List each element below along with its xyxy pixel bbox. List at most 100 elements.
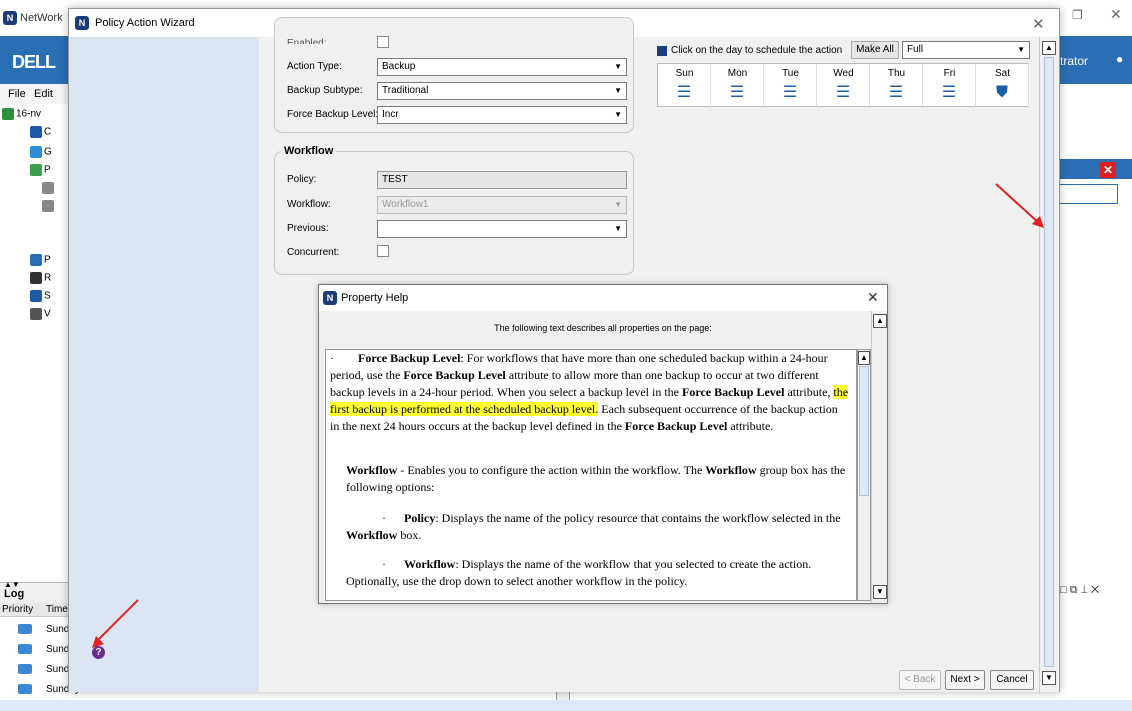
- message-icon: [18, 664, 32, 674]
- panel-close-icon[interactable]: ✕: [1100, 162, 1116, 178]
- tree-node-icon: [30, 290, 42, 302]
- schedule-day-sat[interactable]: Sat ⛊: [976, 64, 1029, 108]
- menu-file[interactable]: File: [8, 88, 26, 100]
- tree-node-icon: [42, 182, 54, 194]
- make-all-button[interactable]: Make All: [851, 41, 899, 59]
- policy-label: Policy:: [287, 174, 317, 185]
- schedule-day-sun[interactable]: Sun ☰: [658, 64, 711, 108]
- right-panel: □ ⧉ ⊥ ✕: [1055, 104, 1132, 596]
- log-cell-time: Sund: [46, 624, 70, 635]
- incremental-icon: ☰: [835, 84, 851, 101]
- scroll-up-icon[interactable]: ▲: [1042, 41, 1056, 55]
- help-outer-scrollbar[interactable]: ▲ ▼: [871, 311, 887, 603]
- help-text-scroll-thumb[interactable]: [859, 366, 869, 496]
- action-type-select[interactable]: Backup ▼: [377, 58, 627, 76]
- tree-node-icon: [30, 254, 42, 266]
- wizard-close-icon[interactable]: ✕: [1032, 15, 1045, 33]
- full-backup-shield-icon: ⛊: [995, 84, 1008, 101]
- help-scroll-down-icon[interactable]: ▼: [873, 585, 887, 599]
- workflow-select[interactable]: Workflow1 ▼: [377, 196, 627, 214]
- tree-node-icon: [30, 308, 42, 320]
- help-paragraph-workflow: Workflow - Enables you to configure the …: [346, 463, 846, 494]
- user-icon[interactable]: ●: [1116, 52, 1123, 66]
- workflow-group: Workflow Policy: TEST Workflow: Workflow…: [274, 145, 634, 275]
- schedule-instruction: Click on the day to schedule the action: [671, 45, 843, 56]
- tree-item-label: R: [44, 272, 52, 284]
- tree-item[interactable]: S: [30, 290, 51, 306]
- tree-item[interactable]: 16-nv: [2, 108, 41, 124]
- wizard-scroll-thumb[interactable]: [1044, 57, 1054, 667]
- tree-item[interactable]: G: [30, 146, 52, 162]
- log-col-priority[interactable]: Priority: [2, 604, 33, 615]
- tree-item[interactable]: V: [30, 308, 51, 324]
- schedule-day-wed[interactable]: Wed ☰: [817, 64, 870, 108]
- previous-select[interactable]: ▼: [377, 220, 627, 238]
- schedule-day-mon[interactable]: Mon ☰: [711, 64, 764, 108]
- force-backup-level-select[interactable]: Incr ▼: [377, 106, 627, 124]
- back-button[interactable]: < Back: [899, 670, 941, 690]
- schedule-day-thu[interactable]: Thu ☰: [870, 64, 923, 108]
- tree-item[interactable]: C: [30, 126, 51, 142]
- menu-edit[interactable]: Edit: [34, 88, 53, 100]
- schedule-day-tue[interactable]: Tue ☰: [764, 64, 817, 108]
- message-icon: [18, 644, 32, 654]
- help-text-area[interactable]: · Force Backup Level: For workflows that…: [325, 349, 857, 601]
- concurrent-checkbox[interactable]: [377, 245, 389, 257]
- maximize-icon[interactable]: ❐: [1072, 8, 1083, 22]
- incremental-icon: ☰: [941, 84, 957, 101]
- day-label: Mon: [727, 68, 748, 79]
- day-label: Sun: [675, 68, 694, 79]
- tree-item[interactable]: [42, 200, 56, 216]
- tree-node-icon: [2, 108, 14, 120]
- enabled-checkbox[interactable]: [377, 36, 389, 48]
- log-col-time[interactable]: Time: [46, 604, 68, 615]
- cancel-button[interactable]: Cancel: [990, 670, 1034, 690]
- schedule-day-fri[interactable]: Fri ☰: [923, 64, 976, 108]
- incremental-icon: ☰: [676, 84, 692, 101]
- next-button[interactable]: Next >: [945, 670, 985, 690]
- help-text-scroll-up-icon[interactable]: ▲: [858, 351, 870, 365]
- panel-window-controls[interactable]: □ ⧉ ⊥ ✕: [1060, 584, 1099, 597]
- status-bar: [0, 700, 1132, 711]
- enabled-label: Enabled:: [287, 38, 327, 44]
- help-scroll-up-icon[interactable]: ▲: [873, 314, 887, 328]
- tree-item[interactable]: R: [30, 272, 51, 288]
- help-paragraph-force-level: · Force Backup Level: For workflows that…: [330, 351, 849, 433]
- make-all-level-select[interactable]: Full ▼: [902, 41, 1030, 59]
- tree-node-icon: [30, 164, 42, 176]
- tree-item-label: P: [44, 164, 51, 176]
- help-titlebar: N Property Help ✕: [319, 285, 887, 311]
- action-group: Enabled: Action Type: Backup ▼ Backup Sub…: [274, 17, 634, 133]
- tree-item-label: G: [44, 146, 52, 158]
- incremental-icon: ☰: [729, 84, 745, 101]
- right-panel-input[interactable]: [1056, 184, 1118, 204]
- scroll-down-icon[interactable]: ▼: [1042, 671, 1056, 685]
- dell-logo: DELL: [12, 52, 56, 72]
- tree-item-label: V: [44, 308, 51, 320]
- tree-item-label: 16-nv: [16, 108, 42, 120]
- day-label: Thu: [887, 68, 906, 79]
- wizard-scrollbar[interactable]: ▲ ▼: [1039, 37, 1059, 692]
- info-icon: [657, 46, 667, 56]
- tree-item[interactable]: P: [30, 254, 51, 270]
- help-title: Property Help: [341, 292, 409, 304]
- wizard-step-panel: [69, 37, 259, 692]
- close-icon[interactable]: ✕: [1110, 6, 1122, 23]
- help-close-icon[interactable]: ✕: [867, 289, 879, 306]
- help-paragraph-policy: · Policy: Displays the name of the polic…: [346, 511, 841, 542]
- help-logo-icon: N: [323, 291, 337, 305]
- tree-item[interactable]: [42, 182, 56, 198]
- previous-label: Previous:: [287, 223, 329, 234]
- tree-item[interactable]: P: [30, 164, 51, 180]
- backup-subtype-select[interactable]: Traditional ▼: [377, 82, 627, 100]
- help-icon[interactable]: ?: [92, 646, 105, 659]
- day-label: Sat: [994, 68, 1010, 79]
- tree-node-icon: [30, 146, 42, 158]
- incremental-icon: ☰: [888, 84, 904, 101]
- help-text-scrollbar[interactable]: ▲: [857, 349, 871, 601]
- workflow-label: Workflow:: [287, 199, 331, 210]
- policy-field[interactable]: TEST: [377, 171, 627, 189]
- tree-node-icon: [30, 272, 42, 284]
- property-help-dialog: N Property Help ✕ The following text des…: [318, 284, 888, 604]
- message-icon: [18, 624, 32, 634]
